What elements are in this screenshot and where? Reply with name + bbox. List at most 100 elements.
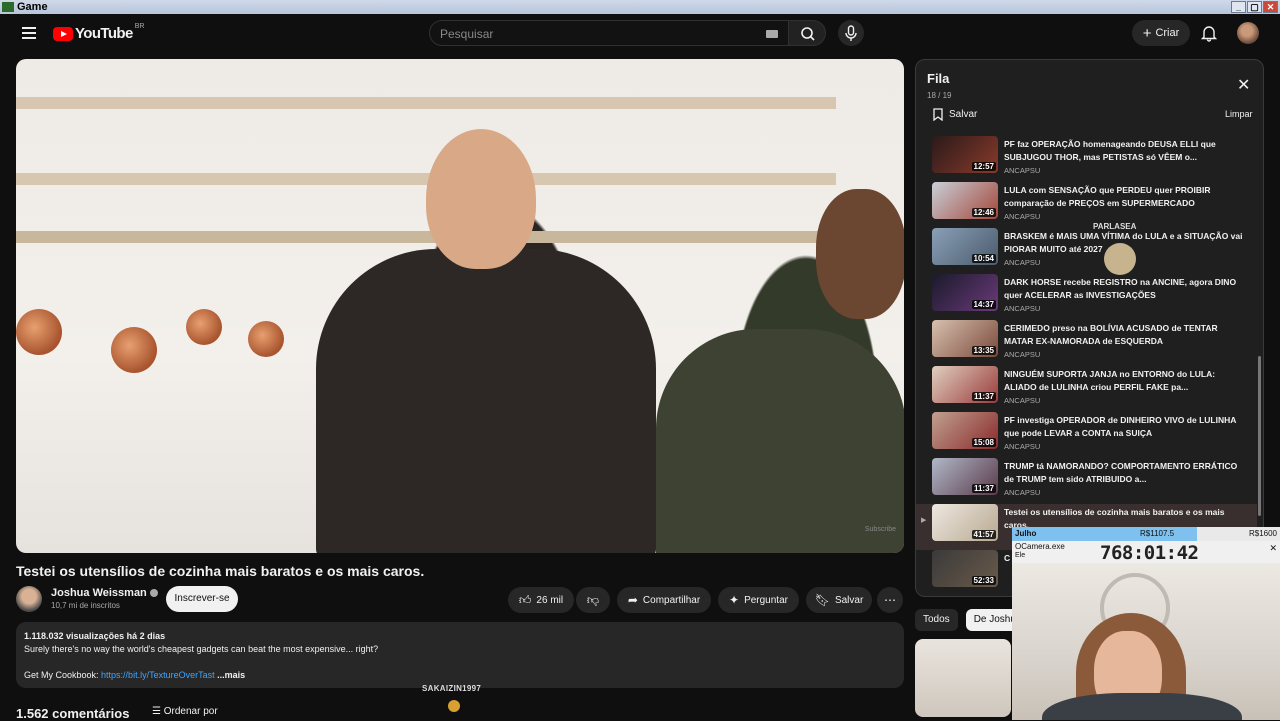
notifications-bell-icon[interactable] — [1200, 24, 1218, 42]
goal-current: R$1107.5 — [1140, 529, 1175, 538]
voice-search-button[interactable] — [838, 20, 864, 46]
video-thumbnail[interactable]: 11:37 — [932, 366, 998, 403]
donation-goal-bar: Julho R$1107.5 R$1600 — [1012, 527, 1280, 541]
now-playing-icon: ▶ — [921, 517, 927, 524]
copper-pan — [16, 309, 62, 355]
view-stats: 1.118.032 visualizações há 2 dias — [24, 631, 166, 641]
sort-icon: ☰ — [152, 706, 161, 717]
sort-comments-button[interactable]: ☰ Ordenar por — [152, 706, 218, 717]
video-title: Testei os utensílios de cozinha mais bar… — [16, 563, 425, 579]
more-icon: ⋯ — [884, 593, 896, 607]
microphone-icon — [845, 25, 857, 41]
camera-window-header: OCamera.exe Ele 768:01:42 ✕ — [1012, 541, 1280, 564]
video-thumbnail[interactable]: 41:57 — [932, 504, 998, 541]
host-body — [316, 249, 656, 553]
verified-icon — [149, 589, 158, 598]
search-button[interactable] — [788, 20, 826, 46]
channel-name-wrap[interactable]: Joshua Weissman — [51, 587, 158, 599]
show-more-link[interactable]: ...mais — [217, 670, 245, 680]
duration-badge: 14:37 — [971, 300, 996, 309]
share-icon: ➦ — [627, 593, 638, 607]
queue-item[interactable]: 15:08 PF investiga OPERADOR de DINHEIRO … — [916, 412, 1257, 458]
queue-item-channel: ANCAPSU — [1004, 396, 1041, 405]
close-icon[interactable]: ✕ — [1269, 543, 1277, 554]
queue-item-title: DARK HORSE recebe REGISTRO na ANCINE, ag… — [1004, 277, 1237, 300]
cookbook-label: Get My Cookbook: — [24, 670, 102, 680]
close-window-button[interactable]: ✕ — [1263, 1, 1278, 13]
channel-name[interactable]: Joshua Weissman — [51, 587, 147, 599]
video-thumbnail[interactable]: 12:46 — [932, 182, 998, 219]
duration-badge: 11:37 — [971, 392, 996, 401]
queue-item[interactable]: 11:37 TRUMP tá NAMORANDO? COMPORTAMENTO … — [916, 458, 1257, 504]
window-title: Game — [17, 1, 48, 13]
video-thumbnail[interactable]: 15:08 — [932, 412, 998, 449]
queue-item[interactable]: 10:54 BRASKEM é MAIS UMA VÍTIMA do LULA … — [916, 228, 1257, 274]
close-icon[interactable]: ✕ — [1237, 75, 1250, 95]
logo-text: YouTube — [75, 25, 133, 42]
like-button[interactable]: 👍︎ 26 mil — [508, 587, 574, 613]
maximize-button[interactable]: ▢ — [1247, 1, 1262, 13]
subscribe-watermark: Subscribe — [864, 526, 896, 533]
window-controls: _ ▢ ✕ — [1231, 1, 1278, 13]
video-thumbnail[interactable]: 52:33 — [932, 550, 998, 587]
video-thumbnail[interactable]: 11:37 — [932, 458, 998, 495]
queue-item-title: PF investiga OPERADOR de DINHEIRO VIVO d… — [1004, 415, 1237, 438]
recommended-thumbnail[interactable] — [915, 639, 1011, 717]
cookbook-line: Get My Cookbook: https://bit.ly/TextureO… — [24, 670, 245, 680]
queue-item[interactable]: 12:46 LULA com SENSAÇÃO que PERDEU quer … — [916, 182, 1257, 228]
duration-badge: 52:33 — [971, 576, 996, 585]
account-avatar[interactable] — [1237, 22, 1259, 44]
search-input[interactable]: Pesquisar — [429, 20, 789, 46]
subscribe-button[interactable]: Inscrever-se — [166, 586, 238, 612]
copper-pan — [248, 321, 284, 357]
menu-icon[interactable] — [22, 27, 36, 39]
youtube-logo[interactable]: YouTube BR — [53, 23, 145, 42]
bookmark-icon: 🔖︎ — [814, 593, 830, 607]
youtube-header: YouTube BR Pesquisar + Criar — [0, 14, 1280, 54]
app-icon — [2, 2, 14, 12]
queue-title: Fila — [927, 71, 950, 86]
guest-head — [816, 189, 904, 319]
queue-item-title: TRUMP tá NAMORANDO? COMPORTAMENTO ERRÁTI… — [1004, 461, 1238, 484]
keyboard-icon[interactable] — [766, 30, 778, 38]
video-thumbnail[interactable]: 14:37 — [932, 274, 998, 311]
region-code: BR — [134, 23, 145, 30]
camera-window-sub: Ele — [1015, 552, 1026, 559]
kitchen-shelf — [16, 97, 836, 109]
duration-badge: 12:57 — [971, 162, 996, 171]
save-button[interactable]: 🔖︎ Salvar — [806, 587, 872, 613]
ask-label: Perguntar — [744, 594, 788, 606]
video-thumbnail[interactable]: 10:54 — [932, 228, 998, 265]
share-button[interactable]: ➦ Compartilhar — [617, 587, 711, 613]
queue-item[interactable]: 14:37 DARK HORSE recebe REGISTRO na ANCI… — [916, 274, 1257, 320]
queue-item[interactable]: 12:57 PF faz OPERAÇÃO homenageando DEUSA… — [916, 136, 1257, 182]
create-button[interactable]: + Criar — [1132, 20, 1190, 46]
minimize-button[interactable]: _ — [1231, 1, 1246, 13]
chip-all[interactable]: Todos — [915, 609, 958, 631]
queue-save-button[interactable]: Salvar — [933, 108, 977, 121]
duration-badge: 11:37 — [971, 484, 996, 493]
queue-item-title: LULA com SENSAÇÃO que PERDEU quer PROIBI… — [1004, 185, 1211, 208]
queue-item[interactable]: 11:37 NINGUÉM SUPORTA JANJA no ENTORNO d… — [916, 366, 1257, 412]
queue-item-title: NINGUÉM SUPORTA JANJA no ENTORNO do LULA… — [1004, 369, 1216, 392]
channel-avatar[interactable] — [16, 586, 42, 612]
queue-item-channel: ANCAPSU — [1004, 488, 1041, 497]
queue-scrollbar[interactable] — [1258, 356, 1261, 516]
video-player[interactable]: Subscribe — [16, 59, 904, 553]
ask-button[interactable]: ✦ Perguntar — [718, 587, 799, 613]
create-label: Criar — [1155, 27, 1180, 39]
queue-item[interactable]: 13:35 CERIMEDO preso na BOLÍVIA ACUSADO … — [916, 320, 1257, 366]
queue-clear-button[interactable]: Limpar — [1225, 109, 1253, 119]
share-label: Compartilhar — [642, 594, 701, 606]
viewer-name-overlay: SAKAIZIN1997 — [422, 684, 482, 693]
video-thumbnail[interactable]: 13:35 — [932, 320, 998, 357]
queue-position: 18 / 19 — [927, 91, 952, 100]
queue-item-title: PF faz OPERAÇÃO homenageando DEUSA ELLI … — [1004, 139, 1216, 162]
video-thumbnail[interactable]: 12:57 — [932, 136, 998, 173]
sparkle-icon: ✦ — [729, 593, 740, 607]
description-box[interactable]: 1.118.032 visualizações há 2 dias Surely… — [16, 622, 904, 688]
more-actions-button[interactable]: ⋯ — [877, 587, 903, 613]
queue-item-channel: ANCAPSU — [1004, 442, 1041, 451]
cookbook-link[interactable]: https://bit.ly/TextureOverTast — [101, 670, 215, 680]
dislike-button[interactable]: 👎︎ — [576, 587, 610, 613]
